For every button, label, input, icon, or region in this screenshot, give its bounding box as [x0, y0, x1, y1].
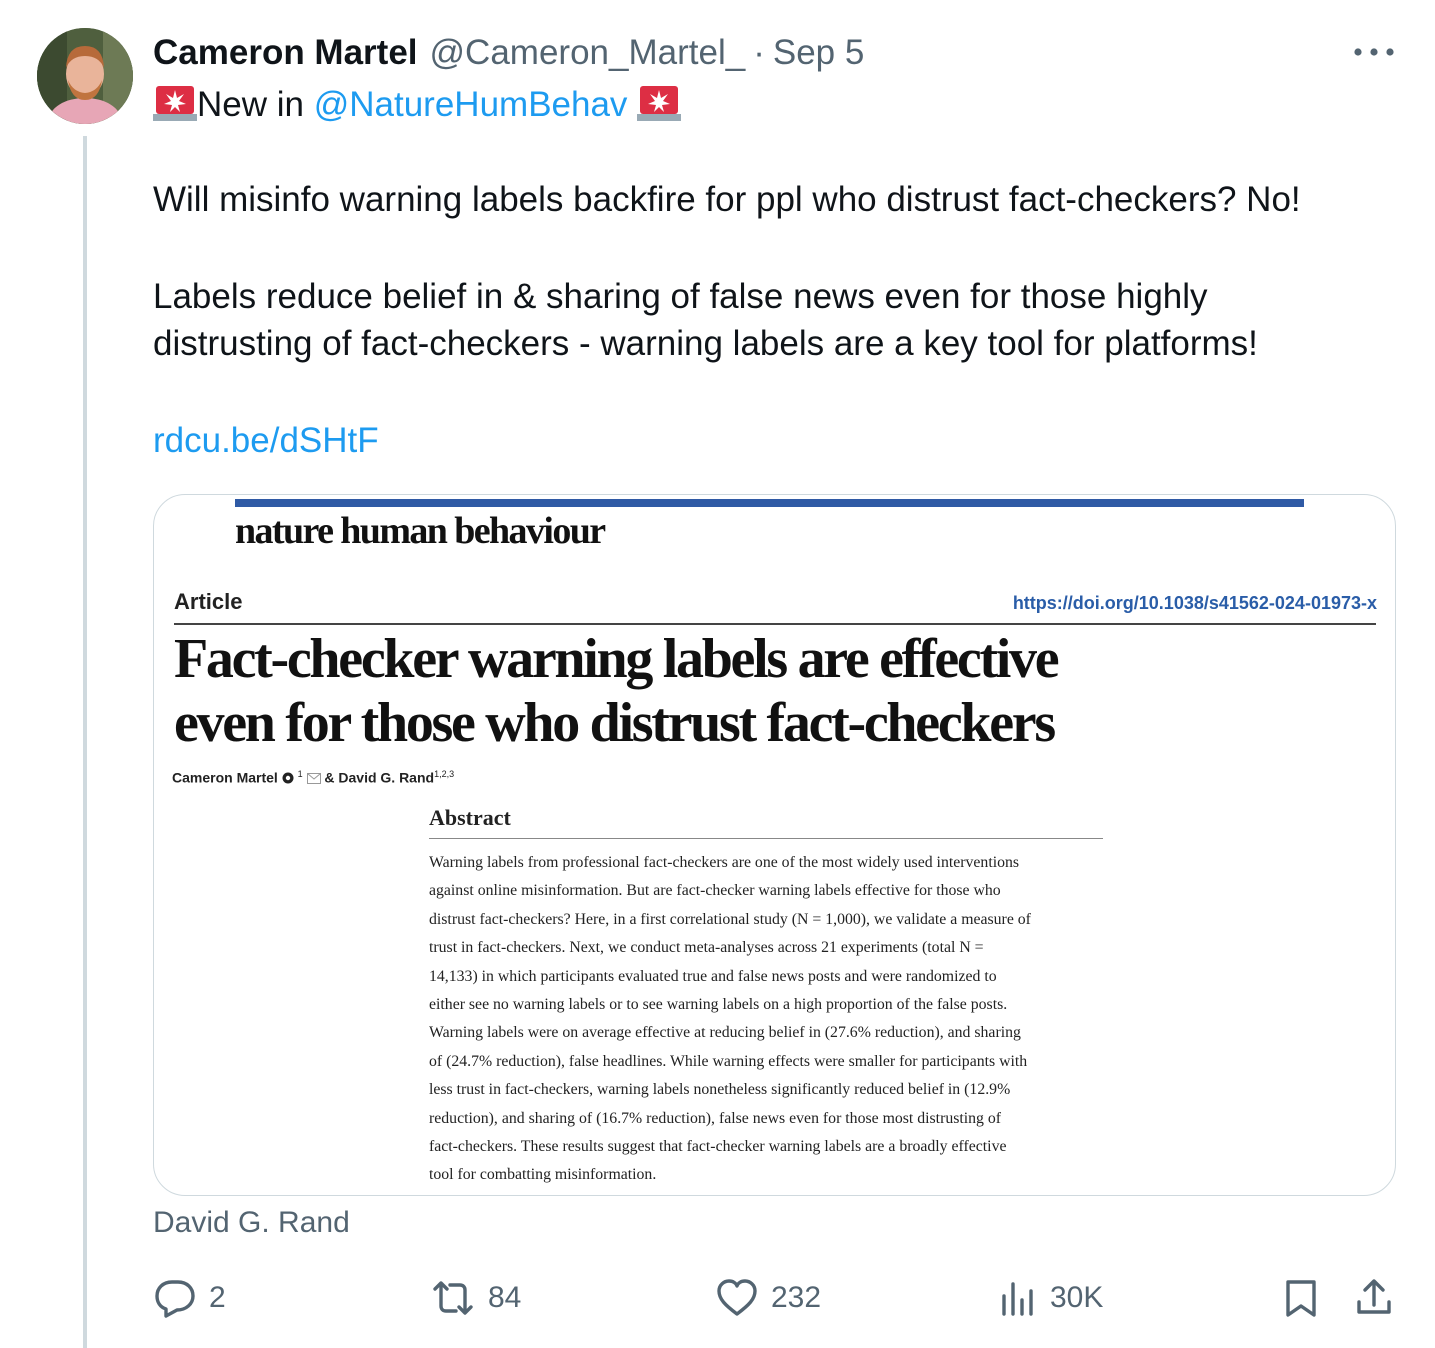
abstract-line: fact-checkers. These results suggest tha…	[429, 1138, 1007, 1156]
email-icon	[306, 770, 325, 786]
paper-title: Fact-checker warning labels are effectiv…	[174, 627, 1060, 755]
author2-affiliation: 1,2,3	[434, 769, 455, 779]
journal-bar	[235, 499, 1304, 507]
paper-title-line2: even for those who distrust fact-checker…	[174, 692, 1056, 754]
authors-join: & David G. Rand	[324, 769, 435, 786]
tweet-date[interactable]: Sep 5	[773, 33, 864, 73]
share-icon[interactable]	[1354, 1278, 1394, 1318]
views-button[interactable]: 30K	[998, 1276, 1103, 1320]
paper-title-line1: Fact-checker warning labels are effectiv…	[174, 628, 1060, 690]
divider	[174, 623, 1376, 625]
reply-count: 2	[209, 1281, 226, 1314]
abstract-line: distrust fact-checkers? Here, in a first…	[429, 910, 1031, 928]
repost-icon	[430, 1278, 476, 1318]
repost-button[interactable]: 84	[430, 1276, 521, 1320]
abstract-line: Warning labels were on average effective…	[429, 1024, 1021, 1042]
like-count: 232	[771, 1281, 822, 1314]
author1-affiliation: 1	[297, 769, 303, 779]
author-handle[interactable]: @Cameron_Martel_	[430, 33, 746, 73]
repost-count: 84	[488, 1281, 522, 1314]
author1-name: Cameron Martel	[172, 769, 278, 786]
views-icon	[998, 1278, 1038, 1318]
journal-name: nature human behaviour	[235, 510, 606, 552]
abstract-line: tool for combatting misinformation.	[429, 1166, 657, 1184]
avatar[interactable]	[37, 28, 133, 124]
abstract-line: either see no warning labels or to see w…	[429, 996, 1008, 1014]
doi-link: https://doi.org/10.1038/s41562-024-01973…	[1012, 593, 1377, 613]
abstract-line: reduction), and sharing of (16.7% reduct…	[429, 1109, 1002, 1127]
like-button[interactable]: 232	[715, 1276, 821, 1320]
abstract-line: 14,133) in which participants evaluated …	[429, 967, 997, 985]
paper-authors: Cameron Martel 1 & David G. Rand1,2,3	[172, 769, 454, 786]
abstract-heading: Abstract	[429, 805, 511, 830]
abstract-line: against online misinformation. But are f…	[429, 882, 1001, 900]
author-name[interactable]: Cameron Martel	[153, 33, 418, 73]
tweet-link[interactable]: rdcu.be/dSHtF	[153, 421, 379, 461]
reply-button[interactable]: 2	[153, 1276, 226, 1320]
like-icon	[715, 1278, 759, 1318]
tweet-line-claim-1: Labels reduce belief in & sharing of fal…	[153, 277, 1208, 316]
abstract-line: of (24.7% reduction), false headlines. W…	[429, 1052, 1028, 1070]
media-image[interactable]: nature human behaviour Article https://d…	[153, 494, 1396, 1196]
thread-line	[83, 136, 87, 1348]
abstract-line: Warning labels from professional fact-ch…	[429, 854, 1020, 871]
abstract-line: less trust in fact-checkers, warning lab…	[429, 1081, 1011, 1099]
media-caption[interactable]: David G. Rand	[153, 1206, 350, 1240]
tweet-header: Cameron Martel @Cameron_Martel_ · Sep 5	[153, 30, 864, 76]
tweet-line-claim-2: distrusting of fact-checkers - warning l…	[153, 324, 1258, 363]
tweet-line-announcement: New in @NatureHumBehav	[153, 82, 682, 131]
tweet-line1-text: New in	[197, 85, 314, 124]
article-label: Article	[174, 589, 243, 614]
abstract-text: Warning labels from professional fact-ch…	[429, 849, 1031, 1190]
mention-link[interactable]: @NatureHumBehav	[314, 85, 628, 124]
views-count: 30K	[1050, 1281, 1104, 1314]
reply-icon	[153, 1278, 197, 1318]
siren-icon	[153, 82, 197, 131]
abstract-line: trust in fact-checkers. Next, we conduct…	[429, 939, 984, 957]
siren-icon	[637, 82, 682, 131]
more-icon[interactable]	[1352, 40, 1396, 64]
tweet-line-question: Will misinfo warning labels backfire for…	[153, 180, 1301, 219]
orcid-icon	[282, 770, 298, 786]
separator-dot: ·	[753, 33, 765, 72]
bookmark-icon[interactable]	[1281, 1278, 1321, 1318]
divider	[429, 838, 1103, 839]
